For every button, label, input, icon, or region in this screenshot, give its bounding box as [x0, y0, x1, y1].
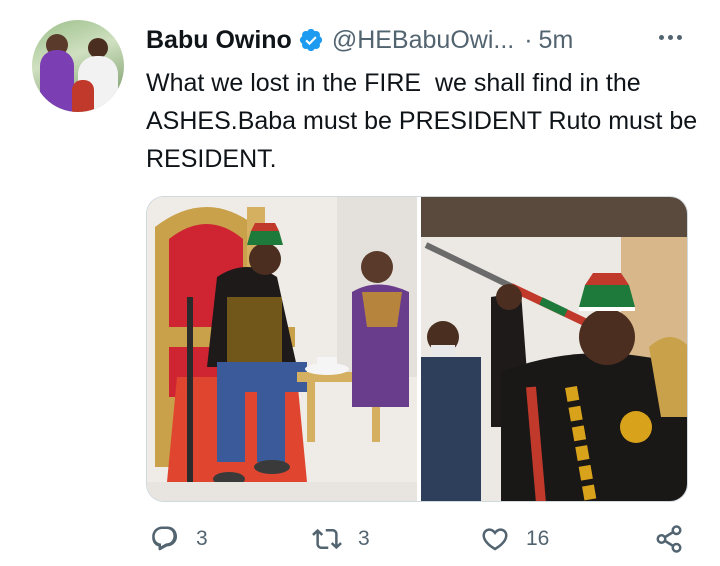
- like-count: 16: [526, 527, 550, 550]
- retweet-button[interactable]: 3: [312, 524, 370, 554]
- heart-icon: [482, 528, 508, 551]
- media-photo-left[interactable]: [147, 197, 417, 501]
- more-options-icon[interactable]: [650, 22, 690, 52]
- tweet-header: Babu Owino @HEBabuOwi... · 5m: [146, 22, 573, 58]
- avatar-person: [88, 38, 108, 58]
- reply-count: 3: [196, 527, 208, 550]
- reply-button[interactable]: 3: [150, 524, 208, 554]
- like-button[interactable]: 16: [480, 524, 549, 554]
- share-button[interactable]: [654, 524, 684, 554]
- avatar-person-body: [40, 50, 74, 112]
- author-name[interactable]: Babu Owino: [146, 26, 292, 55]
- media-photo-right[interactable]: [421, 197, 687, 501]
- staff-raised-illustration: [421, 197, 687, 501]
- reply-icon: [152, 526, 178, 551]
- tweet-timestamp[interactable]: 5m: [539, 26, 574, 55]
- tweet-text: What we lost in the FIRE we shall find i…: [146, 69, 705, 173]
- share-icon: [656, 525, 682, 553]
- avatar-child: [72, 80, 94, 112]
- author-handle[interactable]: @HEBabuOwi...: [332, 26, 514, 55]
- verified-badge-icon: [299, 28, 322, 52]
- retweet-icon: [312, 528, 342, 550]
- tweet-actions: 3 3 16: [0, 524, 720, 566]
- throne-scene-illustration: [147, 197, 417, 501]
- retweet-count: 3: [358, 527, 370, 550]
- separator-dot: ·: [524, 25, 533, 54]
- tweet-media[interactable]: [146, 196, 688, 502]
- author-avatar[interactable]: [32, 20, 124, 112]
